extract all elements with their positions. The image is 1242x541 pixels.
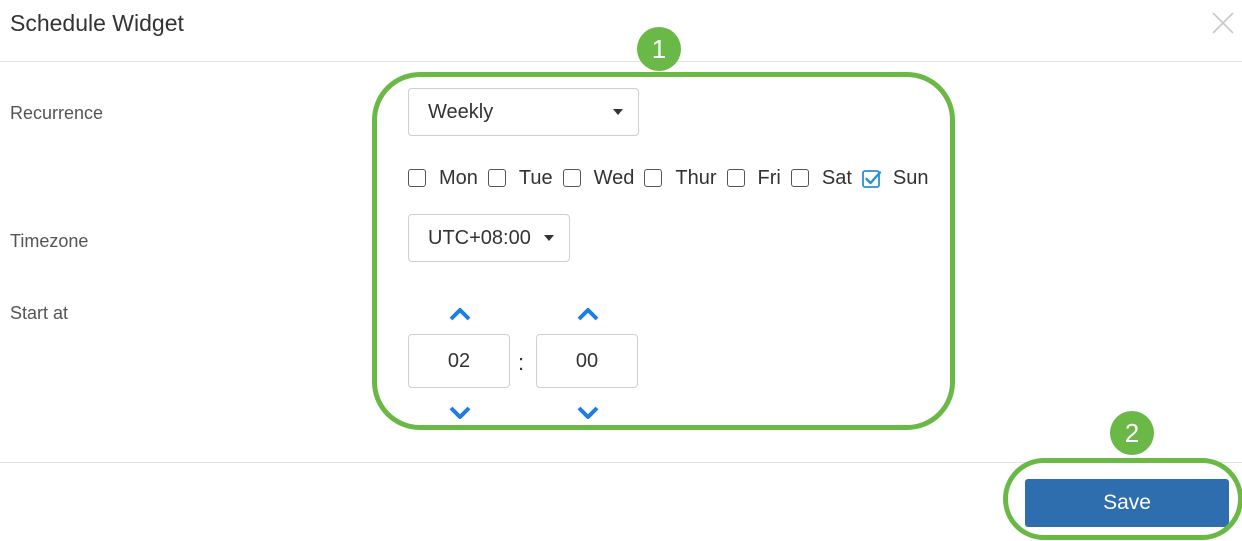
schedule-widget-dialog: Schedule Widget Recurrence Weekly Mon Tu… [0, 0, 1242, 541]
timezone-label: Timezone [10, 231, 89, 251]
close-button[interactable] [1208, 8, 1238, 38]
recurrence-label: Recurrence [10, 103, 104, 123]
annotation-highlight-settings [372, 72, 955, 430]
annotation-badge-2: 2 [1110, 411, 1154, 455]
dialog-title: Schedule Widget [10, 10, 184, 36]
header-divider [0, 61, 1242, 62]
annotation-badge-1: 1 [637, 27, 681, 71]
annotation-highlight-save [1003, 458, 1242, 540]
start-at-label: Start at [10, 303, 69, 323]
close-icon [1212, 12, 1234, 34]
